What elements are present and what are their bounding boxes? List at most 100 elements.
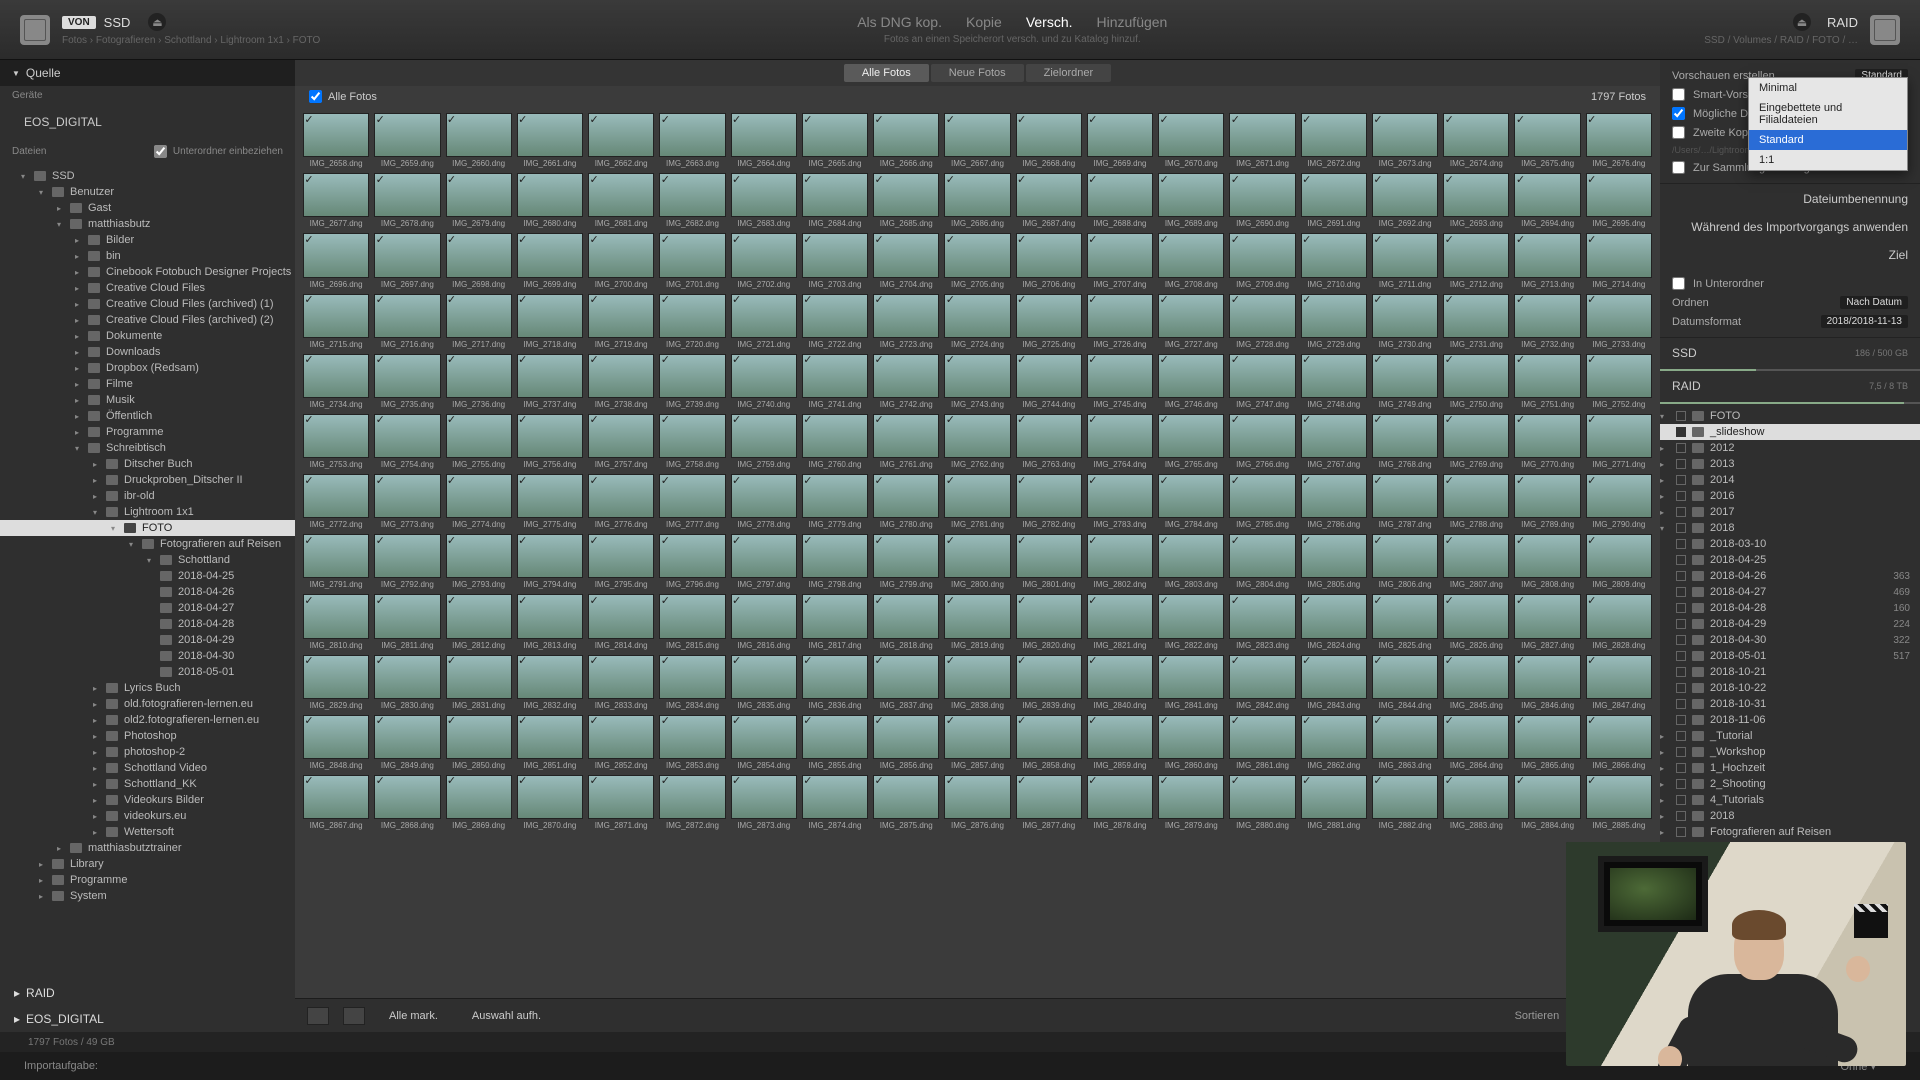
thumbnail[interactable]: ✓IMG_2860.dng: [1158, 715, 1224, 770]
check-icon[interactable]: ✓: [518, 654, 527, 667]
thumbnail[interactable]: ✓IMG_2659.dng: [374, 113, 440, 168]
check-icon[interactable]: ✓: [1017, 654, 1026, 667]
dateformat-row[interactable]: Datumsformat2018/2018-11-13: [1672, 312, 1908, 331]
thumbnail[interactable]: ✓IMG_2793.dng: [446, 534, 512, 589]
check-icon[interactable]: ✓: [661, 534, 670, 547]
check-icon[interactable]: ✓: [589, 774, 598, 787]
check-icon[interactable]: ✓: [518, 413, 527, 426]
check-icon[interactable]: ✓: [946, 173, 955, 186]
dest-tree-item[interactable]: 2018-04-29224: [1660, 616, 1920, 632]
check-icon[interactable]: ✓: [589, 534, 598, 547]
grid-scroll[interactable]: ✓IMG_2658.dng✓IMG_2659.dng✓IMG_2660.dng✓…: [295, 107, 1660, 998]
thumbnail[interactable]: ✓IMG_2735.dng: [374, 354, 440, 409]
check-icon[interactable]: ✓: [518, 474, 527, 487]
folder-checkbox[interactable]: [1676, 443, 1686, 453]
select-all[interactable]: Alle Fotos: [309, 90, 377, 103]
tree-item[interactable]: ▸Ditscher Buch: [0, 456, 295, 472]
thumbnail[interactable]: ✓IMG_2838.dng: [944, 655, 1010, 710]
dest-tree-item[interactable]: 2018-05-01517: [1660, 648, 1920, 664]
thumbnail[interactable]: ✓IMG_2721.dng: [731, 294, 797, 349]
check-icon[interactable]: ✓: [1160, 233, 1169, 246]
dest-tree-item[interactable]: 2018-04-30322: [1660, 632, 1920, 648]
thumbnail[interactable]: ✓IMG_2836.dng: [802, 655, 868, 710]
mark-all-button[interactable]: Alle mark.: [379, 1008, 448, 1024]
thumbnail[interactable]: ✓IMG_2692.dng: [1372, 173, 1438, 228]
thumbnail[interactable]: ✓IMG_2747.dng: [1229, 354, 1295, 409]
check-icon[interactable]: ✓: [874, 353, 883, 366]
check-icon[interactable]: ✓: [518, 714, 527, 727]
check-icon[interactable]: ✓: [376, 714, 385, 727]
thumbnail[interactable]: ✓IMG_2816.dng: [731, 594, 797, 649]
thumbnail[interactable]: ✓IMG_2785.dng: [1229, 474, 1295, 529]
thumbnail[interactable]: ✓IMG_2778.dng: [731, 474, 797, 529]
check-icon[interactable]: ✓: [1088, 413, 1097, 426]
thumbnail[interactable]: ✓IMG_2699.dng: [517, 233, 583, 288]
thumbnail[interactable]: ✓IMG_2789.dng: [1514, 474, 1580, 529]
check-icon[interactable]: ✓: [1088, 654, 1097, 667]
thumbnail[interactable]: ✓IMG_2744.dng: [1016, 354, 1082, 409]
check-icon[interactable]: ✓: [1088, 714, 1097, 727]
thumbnail[interactable]: ✓IMG_2802.dng: [1087, 534, 1153, 589]
thumbnail[interactable]: ✓IMG_2804.dng: [1229, 534, 1295, 589]
check-icon[interactable]: ✓: [304, 353, 313, 366]
subfolder[interactable]: In Unterordner: [1672, 274, 1908, 293]
check-icon[interactable]: ✓: [803, 413, 812, 426]
dest-tree-item[interactable]: 2018-03-10: [1660, 536, 1920, 552]
thumbnail[interactable]: ✓IMG_2829.dng: [303, 655, 369, 710]
tab-dng[interactable]: Als DNG kop.: [857, 14, 942, 30]
check-icon[interactable]: ✓: [1445, 714, 1454, 727]
thumbnail[interactable]: ✓IMG_2751.dng: [1514, 354, 1580, 409]
dest-tree-item[interactable]: ▸2013: [1660, 456, 1920, 472]
tab-copy[interactable]: Kopie: [966, 14, 1002, 30]
check-icon[interactable]: ✓: [1231, 113, 1240, 126]
thumbnail[interactable]: ✓IMG_2761.dng: [873, 414, 939, 469]
check-icon[interactable]: ✓: [447, 173, 456, 186]
thumbnail[interactable]: ✓IMG_2672.dng: [1301, 113, 1367, 168]
thumbnail[interactable]: ✓IMG_2853.dng: [659, 715, 725, 770]
check-icon[interactable]: ✓: [1302, 413, 1311, 426]
thumbnail[interactable]: ✓IMG_2875.dng: [873, 775, 939, 830]
check-icon[interactable]: ✓: [376, 233, 385, 246]
check-icon[interactable]: ✓: [1516, 594, 1525, 607]
dest-tree-item[interactable]: _slideshow: [1660, 424, 1920, 440]
check-icon[interactable]: ✓: [1017, 113, 1026, 126]
thumbnail[interactable]: ✓IMG_2849.dng: [374, 715, 440, 770]
dest-tree-item[interactable]: ▸2012: [1660, 440, 1920, 456]
check-icon[interactable]: ✓: [376, 113, 385, 126]
thumbnail[interactable]: ✓IMG_2809.dng: [1586, 534, 1652, 589]
thumbnail[interactable]: ✓IMG_2851.dng: [517, 715, 583, 770]
check-icon[interactable]: ✓: [661, 413, 670, 426]
dest-tree-item[interactable]: 2018-11-06: [1660, 712, 1920, 728]
check-icon[interactable]: ✓: [732, 654, 741, 667]
thumbnail[interactable]: ✓IMG_2857.dng: [944, 715, 1010, 770]
thumbnail[interactable]: ✓IMG_2695.dng: [1586, 173, 1652, 228]
check-icon[interactable]: ✓: [1231, 173, 1240, 186]
thumbnail[interactable]: ✓IMG_2874.dng: [802, 775, 868, 830]
dropdown-option[interactable]: 1:1: [1749, 150, 1907, 170]
thumbnail[interactable]: ✓IMG_2832.dng: [517, 655, 583, 710]
thumbnail[interactable]: ✓IMG_2837.dng: [873, 655, 939, 710]
check-icon[interactable]: ✓: [1231, 714, 1240, 727]
smart-previews-checkbox[interactable]: [1672, 88, 1685, 101]
thumbnail[interactable]: ✓IMG_2882.dng: [1372, 775, 1438, 830]
check-icon[interactable]: ✓: [946, 714, 955, 727]
thumbnail[interactable]: ✓IMG_2847.dng: [1586, 655, 1652, 710]
tree-item[interactable]: ▾Schreibtisch: [0, 440, 295, 456]
tree-item[interactable]: ▸Gast: [0, 200, 295, 216]
check-icon[interactable]: ✓: [1445, 474, 1454, 487]
thumbnail[interactable]: ✓IMG_2879.dng: [1158, 775, 1224, 830]
thumbnail[interactable]: ✓IMG_2880.dng: [1229, 775, 1295, 830]
check-icon[interactable]: ✓: [1587, 353, 1596, 366]
dest-tree-item[interactable]: 2018-10-22: [1660, 680, 1920, 696]
thumbnail[interactable]: ✓IMG_2865.dng: [1514, 715, 1580, 770]
dest-tree-item[interactable]: 2018-10-21: [1660, 664, 1920, 680]
check-icon[interactable]: ✓: [447, 474, 456, 487]
check-icon[interactable]: ✓: [1160, 594, 1169, 607]
check-icon[interactable]: ✓: [1017, 413, 1026, 426]
check-icon[interactable]: ✓: [589, 173, 598, 186]
folder-checkbox[interactable]: [1676, 587, 1686, 597]
thumbnail[interactable]: ✓IMG_2824.dng: [1301, 594, 1367, 649]
thumbnail[interactable]: ✓IMG_2748.dng: [1301, 354, 1367, 409]
check-icon[interactable]: ✓: [1017, 774, 1026, 787]
thumbnail[interactable]: ✓IMG_2828.dng: [1586, 594, 1652, 649]
